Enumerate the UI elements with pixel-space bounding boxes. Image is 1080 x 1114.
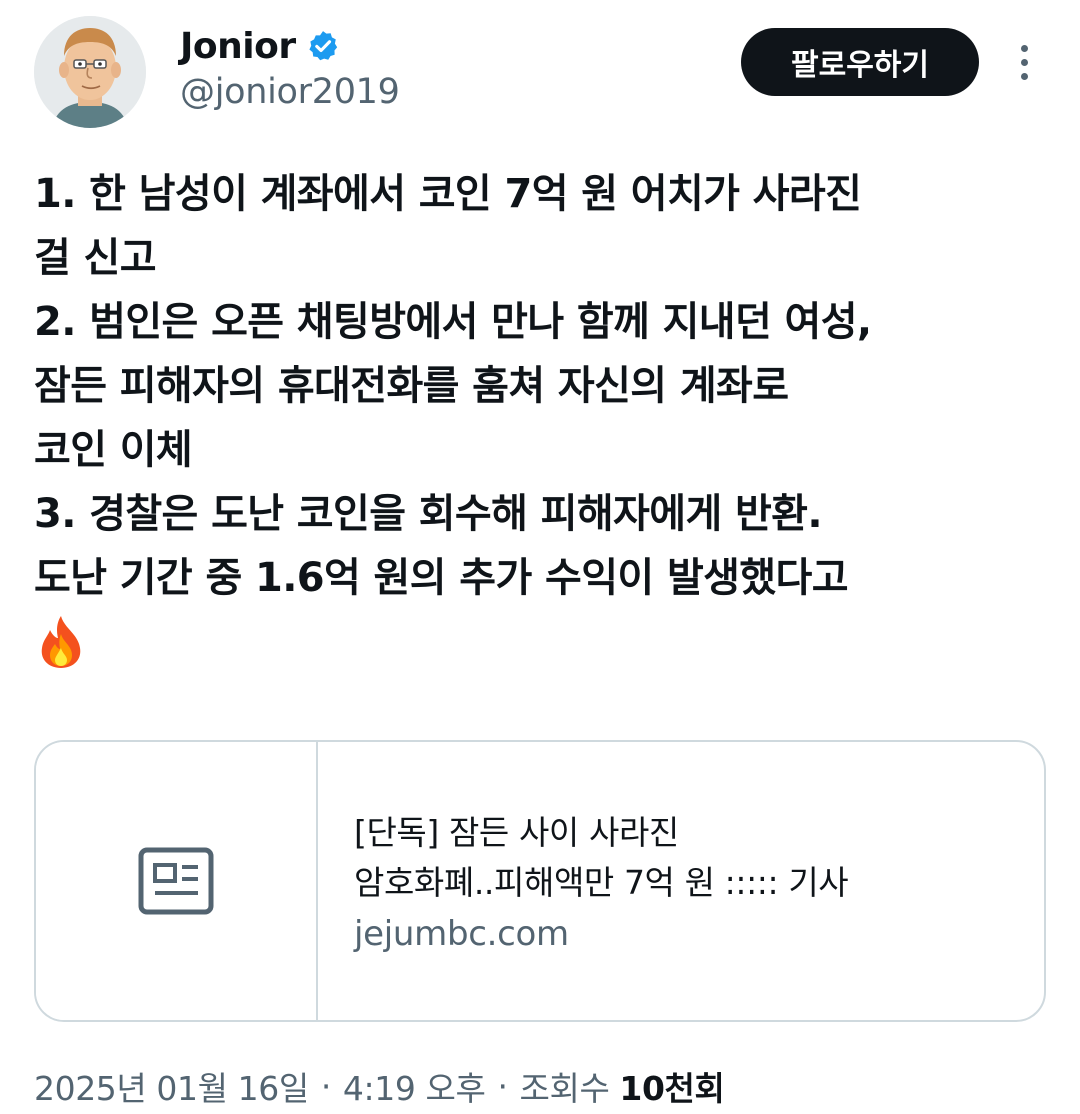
card-domain: jejumbc.com: [354, 914, 569, 954]
meta-separator: ·: [497, 1066, 508, 1106]
card-body: [단독] 잠든 사이 사라진 암호화폐..피해액만 7억 원 ::::: 기사 …: [318, 742, 1044, 1020]
post-time[interactable]: 4:19 오후: [343, 1062, 486, 1110]
tweet-line: 걸 신고: [34, 235, 157, 281]
card-title-line: [단독] 잠든 사이 사라진: [354, 813, 679, 852]
avatar[interactable]: [34, 16, 146, 128]
cartoon-man-avatar-icon: [34, 16, 146, 128]
tweet-header: Jonior @jonior2019 팔로우하기: [0, 0, 1080, 140]
display-name[interactable]: Jonior: [180, 26, 296, 67]
views-count: 10천회: [619, 1069, 725, 1108]
tweet-line: 도난 기간 중 1.6억 원의 추가 수익이 발생했다고: [34, 555, 849, 601]
card-title: [단독] 잠든 사이 사라진 암호화폐..피해액만 7억 원 ::::: 기사: [354, 808, 1044, 908]
verified-badge-icon: [306, 29, 340, 63]
post-date[interactable]: 2025년 01월 16일: [34, 1062, 309, 1110]
follow-button[interactable]: 팔로우하기: [741, 28, 979, 96]
more-dot: [1020, 72, 1028, 80]
more-dot: [1020, 44, 1028, 52]
link-preview-card[interactable]: [단독] 잠든 사이 사라진 암호화폐..피해액만 7억 원 ::::: 기사 …: [34, 740, 1046, 1022]
card-thumbnail: [36, 742, 318, 1020]
more-vertical-icon[interactable]: [1004, 38, 1044, 86]
fire-emoji-icon: [34, 614, 98, 678]
tweet-line: 2. 범인은 오픈 채팅방에서 만나 함께 지내던 여성,: [34, 299, 872, 345]
name-row: Jonior: [180, 22, 340, 70]
tweet-line: 잠든 피해자의 휴대전화를 훔쳐 자신의 계좌로: [34, 363, 789, 409]
article-icon: [138, 847, 214, 915]
meta-separator: ·: [320, 1066, 331, 1106]
user-handle[interactable]: @jonior2019: [180, 72, 400, 112]
views-label: 조회수: [519, 1069, 610, 1108]
tweet-line: 코인 이체: [34, 427, 193, 473]
tweet-line: 3. 경찰은 도난 코인을 회수해 피해자에게 반환.: [34, 491, 823, 537]
tweet-meta: 2025년 01월 16일 · 4:19 오후 · 조회수 10천회: [34, 1060, 725, 1112]
more-dot: [1020, 58, 1028, 66]
tweet-line: 1. 한 남성이 계좌에서 코인 7억 원 어치가 사라진: [34, 171, 862, 217]
tweet-text: 1. 한 남성이 계좌에서 코인 7억 원 어치가 사라진 걸 신고 2. 범인…: [34, 162, 1054, 678]
card-title-line: 암호화폐..피해액만 7억 원 ::::: 기사: [354, 863, 849, 902]
